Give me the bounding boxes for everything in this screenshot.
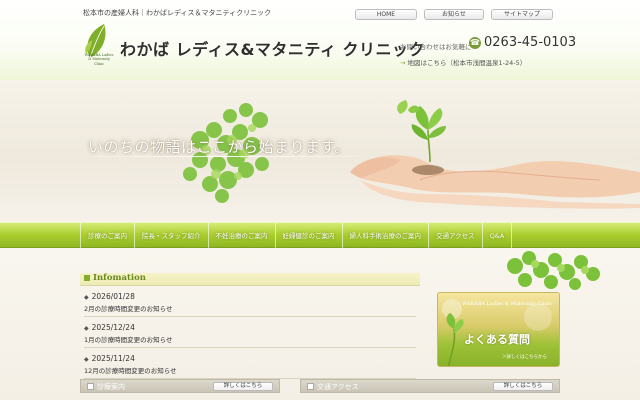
heading-square-icon xyxy=(84,275,90,281)
medical-guide-box: 診療案内 詳しくはこちら xyxy=(80,379,280,393)
nav-staff[interactable]: 院長・スタッフ紹介 xyxy=(135,223,209,249)
top-navigation: HOME お知らせ サイトマップ xyxy=(355,9,553,20)
topnav-news[interactable]: お知らせ xyxy=(424,9,484,20)
faq-banner[interactable]: WAKABA Ladies & Maternity Clinic よくある質問 … xyxy=(437,292,560,367)
clover-decoration-icon xyxy=(507,251,600,290)
sprout-icon xyxy=(397,100,446,163)
box-label: 診療案内 xyxy=(97,383,125,391)
hero-copy: いのちの物語はここから始まります。 xyxy=(88,138,351,156)
news-date: 2025/12/24 xyxy=(91,323,135,332)
news-item[interactable]: ◆ 2025/12/24 1月の診療時間変更のお知らせ xyxy=(80,317,420,348)
site-tagline: 松本市の産婦人科｜わかばレディス＆マタニティクリニック xyxy=(83,9,272,17)
info-heading: Infomation xyxy=(80,273,420,286)
news-title[interactable]: 12月の診療時間変更のお知らせ xyxy=(84,363,416,379)
arrow-right-icon: → xyxy=(400,59,406,67)
contact-label: お問い合わせはお気軽に xyxy=(400,43,472,51)
news-item[interactable]: ◆ 2025/11/24 12月の診療時間変更のお知らせ xyxy=(80,348,420,379)
diamond-bullet-icon: ◆ xyxy=(84,356,89,363)
news-item[interactable]: ◆ 2026/01/28 2月の診療時間変更のお知らせ xyxy=(80,286,420,317)
address-text: 地図はこちら（松本市浅間温泉1-24-5） xyxy=(407,59,527,67)
nav-medical-guide[interactable]: 診療のご案内 xyxy=(81,223,135,249)
access-box: 交通アクセス 詳しくはこちら xyxy=(300,379,560,393)
diamond-bullet-icon: ◆ xyxy=(84,325,89,332)
phone-icon: ☎ xyxy=(469,37,481,49)
news-title[interactable]: 1月の診療時間変更のお知らせ xyxy=(84,332,416,348)
diamond-bullet-icon: ◆ xyxy=(84,294,89,301)
hands-illustration xyxy=(350,155,640,209)
more-button[interactable]: 詳しくはこちら xyxy=(213,382,273,391)
more-button[interactable]: 詳しくはこちら xyxy=(493,382,553,391)
news-date: 2025/11/24 xyxy=(91,354,135,363)
information-panel: Infomation ◆ 2026/01/28 2月の診療時間変更のお知らせ ◆ 2… xyxy=(80,273,420,379)
clinic-name[interactable]: わかば レディス&マタニティ クリニック xyxy=(120,36,425,60)
news-title[interactable]: 2月の診療時間変更のお知らせ xyxy=(84,301,416,317)
nav-access[interactable]: 交通アクセス xyxy=(429,223,483,249)
nav-fertility[interactable]: 不妊治療のご案内 xyxy=(209,223,276,249)
nav-surgery[interactable]: 婦人科手術治療のご案内 xyxy=(343,223,429,249)
faq-link[interactable]: ＞詳しくはこちらから xyxy=(502,354,547,360)
box-square-icon xyxy=(307,383,314,390)
hero-banner: いのちの物語はここから始まります。 xyxy=(0,80,640,222)
main-navigation: 診療のご案内 院長・スタッフ紹介 不妊治療のご案内 妊婦健診のご案内 婦人科手術… xyxy=(0,222,640,249)
faq-title[interactable]: よくある質問 xyxy=(464,331,530,347)
site-header: 松本市の産婦人科｜わかばレディス＆マタニティクリニック WAKABA Ladie… xyxy=(0,0,640,80)
box-label: 交通アクセス xyxy=(317,383,359,391)
faq-brand: WAKABA Ladies & Maternity Clinic xyxy=(462,301,553,307)
address-link[interactable]: → 地図はこちら（松本市浅間温泉1-24-5） xyxy=(400,57,526,67)
topnav-sitemap[interactable]: サイトマップ xyxy=(491,9,553,20)
logo-text: WAKABA Ladies & Maternity Clinic xyxy=(84,53,114,66)
nav-prenatal[interactable]: 妊婦健診のご案内 xyxy=(276,223,343,249)
news-date: 2026/01/28 xyxy=(91,292,135,301)
nav-qa[interactable]: Q&A xyxy=(483,223,513,249)
phone-number[interactable]: 0263-45-0103 xyxy=(484,35,576,50)
topnav-home[interactable]: HOME xyxy=(355,9,417,20)
box-square-icon xyxy=(87,383,94,390)
